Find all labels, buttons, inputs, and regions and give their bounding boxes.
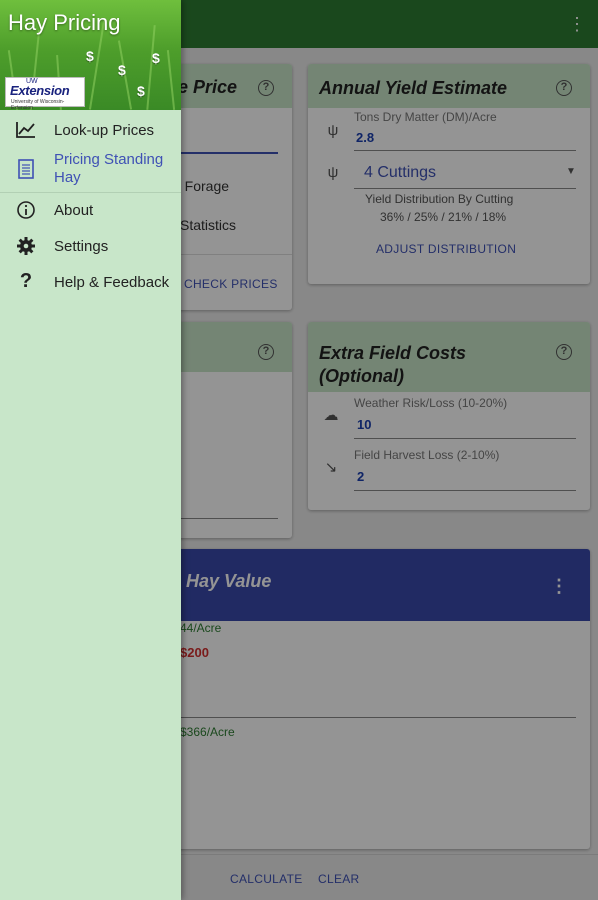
- gear-icon: [15, 236, 37, 258]
- dollar-sign-icon: $: [137, 83, 145, 99]
- drawer-item-pricing-standing-hay[interactable]: Pricing Standing Hay: [0, 150, 181, 190]
- question-icon: ?: [19, 270, 33, 292]
- drawer-item-about[interactable]: About: [0, 193, 181, 229]
- drawer-item-label: Settings: [54, 238, 109, 255]
- drawer-title: Hay Pricing: [8, 10, 121, 35]
- drawer-item-label: Help & Feedback: [54, 274, 170, 291]
- document-icon: [15, 158, 37, 180]
- drawer-item-label: Look-up Prices: [54, 122, 155, 139]
- drawer-item-help-feedback[interactable]: ? Help & Feedback: [0, 265, 181, 301]
- dollar-sign-icon: $: [86, 48, 94, 64]
- drawer-item-label: Pricing Standing Hay: [54, 151, 164, 186]
- drawer-item-label: About: [54, 202, 94, 219]
- info-icon: [15, 200, 37, 222]
- chart-line-icon: [15, 120, 37, 142]
- uw-extension-logo: UW Extension University of Wisconsin-Ext…: [5, 77, 85, 110]
- dollar-sign-icon: $: [152, 50, 160, 66]
- drawer-header: Hay Pricing $ $ $ $ UW Extension Univers…: [0, 0, 181, 110]
- drawer-item-settings[interactable]: Settings: [0, 229, 181, 265]
- dollar-sign-icon: $: [118, 62, 126, 78]
- navigation-drawer: Hay Pricing $ $ $ $ UW Extension Univers…: [0, 0, 181, 900]
- drawer-item-lookup-prices[interactable]: Look-up Prices: [0, 113, 181, 149]
